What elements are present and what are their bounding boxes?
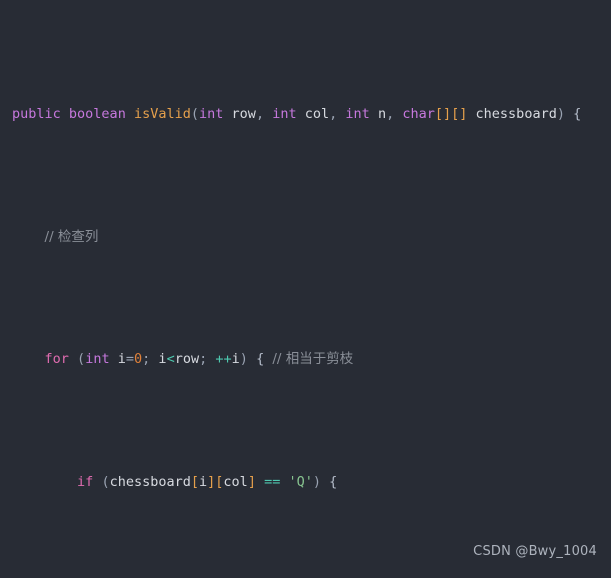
paren-open: ( xyxy=(101,473,110,490)
var-i: i xyxy=(199,473,208,490)
function-name-isvalid: isValid xyxy=(133,106,191,122)
operator-lt: < xyxy=(166,351,175,367)
keyword-if: if xyxy=(77,473,94,490)
var-i: i xyxy=(158,351,167,367)
semicolon: ; xyxy=(199,351,208,367)
keyword-public: public xyxy=(12,106,61,122)
param-chessboard: chessboard xyxy=(475,106,557,122)
code-line: // 检查列 xyxy=(12,225,611,250)
bracket-close: ] xyxy=(247,473,256,490)
keyword-for: for xyxy=(44,351,69,367)
paren-close: ) xyxy=(239,351,248,367)
brace-open: { xyxy=(573,106,582,122)
code-line: if (chessboard[i][col] == 'Q') { xyxy=(12,470,611,495)
operator-equals: == xyxy=(264,473,281,490)
code-line: public boolean isValid(int row, int col,… xyxy=(12,102,611,127)
brace-open: { xyxy=(256,351,265,367)
comma: , xyxy=(255,106,265,122)
var-i: i xyxy=(231,351,240,367)
assign-op: = xyxy=(125,351,134,367)
var-chessboard: chessboard xyxy=(109,473,191,490)
param-n: n xyxy=(377,106,387,122)
string-literal-q: 'Q' xyxy=(288,473,313,490)
operator-increment: ++ xyxy=(215,351,232,367)
keyword-char: char xyxy=(402,106,435,122)
comma: , xyxy=(386,106,395,122)
bracket-open: [ xyxy=(190,473,199,490)
var-i: i xyxy=(117,351,126,367)
paren-close: ) xyxy=(312,473,322,490)
var-col: col xyxy=(223,473,248,490)
paren-open: ( xyxy=(190,106,200,122)
keyword-int: int xyxy=(199,106,224,122)
brace-open: { xyxy=(329,473,338,490)
keyword-boolean: boolean xyxy=(68,106,126,122)
comment-check-column: // 检查列 xyxy=(44,228,99,245)
paren-close: ) xyxy=(556,106,565,122)
code-line: for (int i=0; i<row; ++i) { // 相当于剪枝 xyxy=(12,347,611,372)
number-0: 0 xyxy=(134,351,143,367)
csdn-watermark: CSDN @Bwy_1004 xyxy=(473,543,597,559)
keyword-int: int xyxy=(85,351,110,367)
array-brackets: [][] xyxy=(434,106,468,122)
paren-open: ( xyxy=(77,351,86,367)
keyword-int: int xyxy=(272,106,297,122)
code-screenshot: public boolean isValid(int row, int col,… xyxy=(0,0,611,578)
code-block: public boolean isValid(int row, int col,… xyxy=(12,4,611,578)
param-row: row xyxy=(231,106,256,122)
var-row: row xyxy=(174,351,200,367)
param-col: col xyxy=(304,106,330,122)
keyword-int: int xyxy=(345,106,370,122)
comment-pruning: // 相当于剪枝 xyxy=(272,351,354,367)
